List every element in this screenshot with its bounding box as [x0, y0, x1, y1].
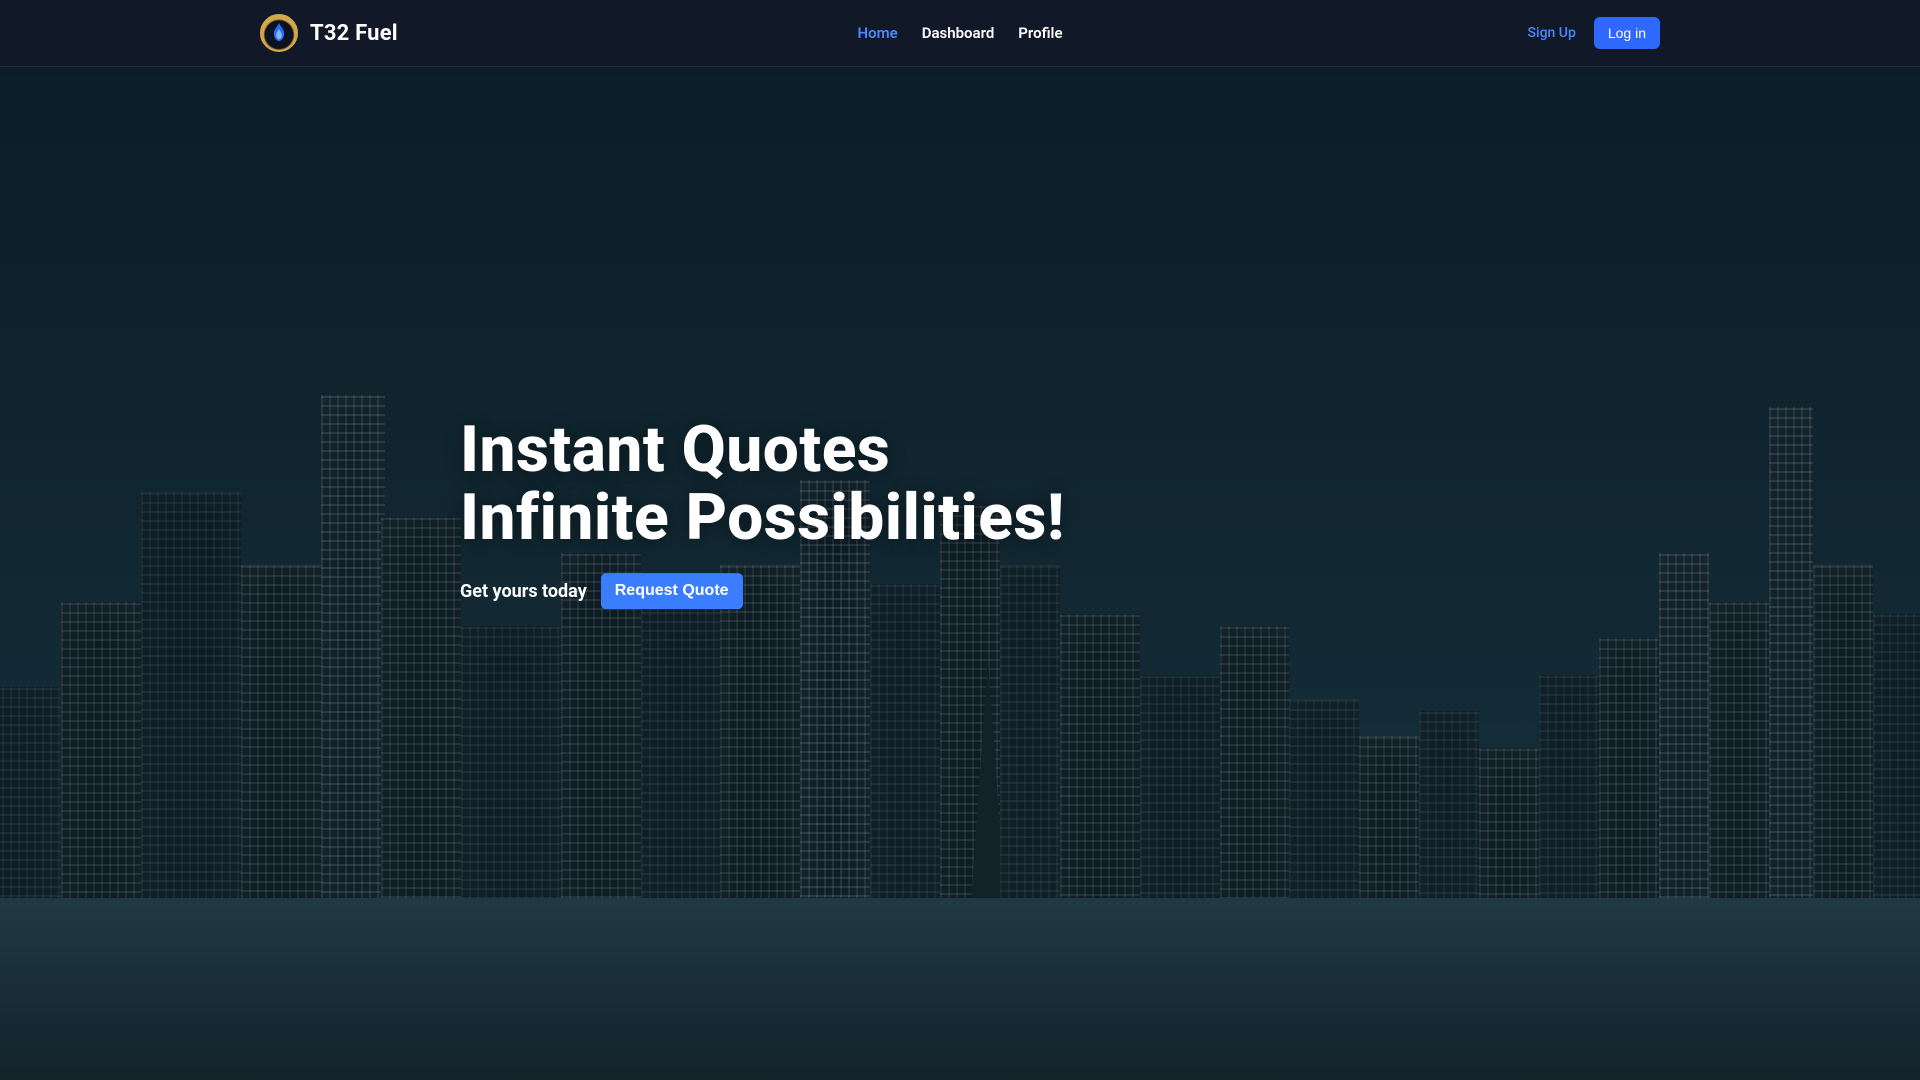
brand-name: T32 Fuel [310, 21, 398, 46]
login-button[interactable]: Log in [1594, 17, 1660, 49]
hero-headline: Instant Quotes Infinite Possibilities! [460, 416, 1460, 552]
hero-headline-line2: Infinite Possibilities! [460, 484, 1460, 552]
nav-auth: Sign Up Log in [1528, 17, 1660, 49]
nav-link-home[interactable]: Home [857, 24, 897, 42]
brand[interactable]: T32 Fuel [260, 14, 398, 52]
navbar: T32 Fuel Home Dashboard Profile Sign Up … [0, 0, 1920, 67]
hero-skyline [0, 310, 1920, 918]
hero: Instant Quotes Infinite Possibilities! G… [0, 67, 1920, 1080]
hero-headline-line1: Instant Quotes [460, 416, 1460, 484]
nav-link-dashboard[interactable]: Dashboard [922, 24, 995, 42]
brand-logo [260, 14, 298, 52]
hero-subtext: Get yours today [460, 581, 587, 602]
request-quote-button[interactable]: Request Quote [601, 574, 743, 610]
nav-link-profile[interactable]: Profile [1018, 24, 1062, 42]
hero-water [0, 898, 1920, 1080]
signup-link[interactable]: Sign Up [1528, 25, 1576, 41]
flame-icon [270, 22, 288, 44]
hero-content: Instant Quotes Infinite Possibilities! G… [460, 416, 1460, 610]
hero-subrow: Get yours today Request Quote [460, 574, 1460, 610]
nav-links: Home Dashboard Profile [857, 24, 1062, 42]
